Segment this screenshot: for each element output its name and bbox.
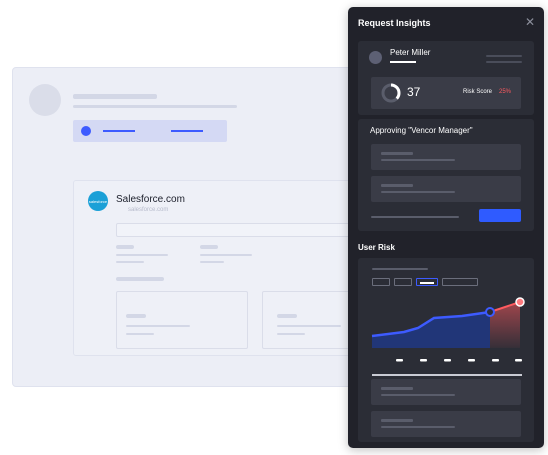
approval-section: Approving "Vencor Manager" [358, 119, 534, 231]
placeholder-label [381, 387, 413, 390]
divider [372, 374, 522, 376]
approval-item[interactable] [371, 176, 521, 202]
risk-trend-chart [371, 297, 525, 362]
selected-filter-row[interactable] [73, 120, 227, 142]
x-tick [420, 359, 427, 362]
placeholder-label [277, 314, 297, 318]
placeholder-text [200, 254, 252, 256]
user-summary-section: Peter Miller 37 Risk Score 25% [358, 41, 534, 115]
sub-card [116, 291, 248, 349]
salesforce-logo-icon: salesforce [88, 191, 108, 211]
avatar [29, 84, 61, 116]
x-tick [515, 359, 522, 362]
user-name-underline [390, 61, 416, 63]
background-app-card: salesforce Salesforce.com salesforce.com [12, 67, 392, 387]
placeholder-label [126, 314, 146, 318]
company-name: Salesforce.com [116, 194, 185, 205]
placeholder-subtitle [73, 105, 237, 108]
approval-item[interactable] [371, 144, 521, 170]
close-icon[interactable]: ✕ [525, 16, 535, 28]
placeholder-label [116, 245, 134, 249]
chart-range-tab[interactable] [442, 278, 478, 286]
radio-icon [81, 126, 91, 136]
risk-score-card: 37 Risk Score 25% [371, 77, 521, 109]
risk-score-label: Risk Score [463, 89, 493, 95]
placeholder-text [277, 325, 341, 327]
chart-range-tab-active[interactable] [416, 278, 438, 286]
placeholder-heading [116, 277, 164, 281]
chart-point-projected[interactable] [515, 297, 525, 307]
placeholder-label [381, 152, 413, 155]
placeholder-title [73, 94, 157, 99]
placeholder-text [126, 333, 154, 335]
company-name-faded: salesforce.com [128, 207, 169, 213]
placeholder-label [381, 184, 413, 187]
placeholder-text [381, 191, 455, 193]
placeholder-label [381, 419, 413, 422]
risk-item[interactable] [371, 379, 521, 405]
placeholder-text [126, 325, 190, 327]
placeholder-text [381, 394, 455, 396]
score-value: 37 [407, 85, 421, 99]
user-risk-title: User Risk [358, 243, 395, 252]
x-tick [444, 359, 451, 362]
approve-button[interactable] [479, 209, 521, 222]
app-detail-card: salesforce Salesforce.com salesforce.com [73, 180, 373, 356]
risk-item[interactable] [371, 411, 521, 437]
placeholder-text [381, 426, 455, 428]
placeholder-text [116, 254, 168, 256]
placeholder-text [486, 55, 522, 57]
placeholder-text [171, 130, 203, 132]
placeholder-text [381, 159, 455, 161]
chart-area-blue [372, 312, 490, 348]
chart-area-red [490, 302, 520, 348]
chart-point-current[interactable] [485, 307, 495, 317]
risk-score-value: 25% [499, 89, 512, 95]
x-tick [468, 359, 475, 362]
detail-input[interactable] [116, 223, 366, 237]
placeholder-text [486, 61, 522, 63]
placeholder-text [103, 130, 135, 132]
placeholder-text [371, 216, 459, 218]
approval-title: Approving "Vencor Manager" [370, 126, 473, 135]
request-insights-panel: Request Insights ✕ Peter Miller 37 Risk … [348, 7, 544, 448]
panel-title: Request Insights [358, 18, 431, 28]
placeholder-text [277, 333, 305, 335]
score-ring-icon [381, 83, 401, 103]
placeholder-text [372, 268, 428, 270]
user-name: Peter Miller [390, 48, 431, 57]
chart-range-tab[interactable] [394, 278, 412, 286]
placeholder-text [116, 261, 144, 263]
x-tick [396, 359, 403, 362]
avatar [369, 51, 382, 64]
user-risk-section [358, 258, 534, 442]
placeholder-text [200, 261, 224, 263]
x-tick [492, 359, 499, 362]
chart-range-tab[interactable] [372, 278, 390, 286]
placeholder-label [200, 245, 218, 249]
